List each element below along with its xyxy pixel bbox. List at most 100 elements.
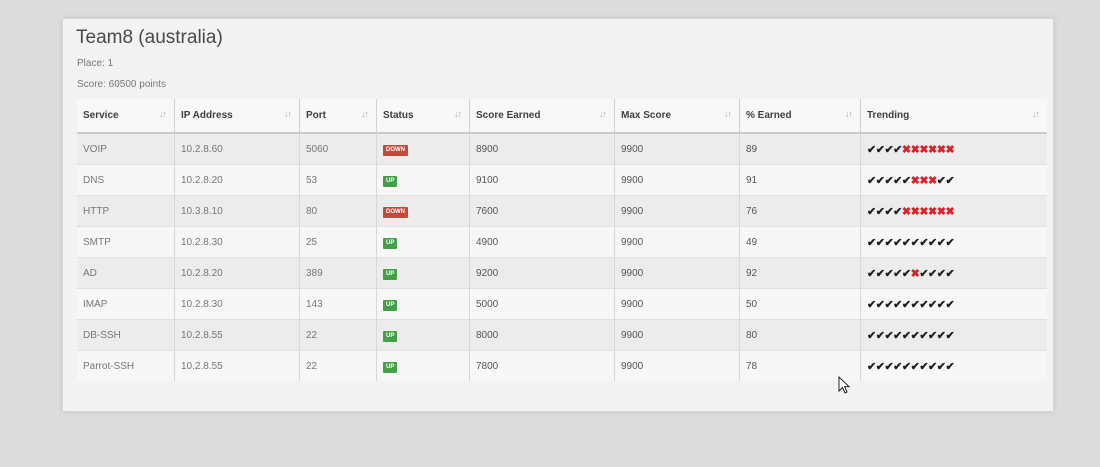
service-cell: Parrot-SSH [77,350,175,381]
status-cell: UP [376,164,470,196]
check-icon: ✔ [919,267,929,280]
service-cell: AD [77,257,175,289]
check-icon: ✔ [893,174,902,187]
check-icon: ✔ [919,360,929,373]
trend-marks: ✔✔✔✔✔✖✔✔✔✔ [867,267,955,280]
trending-cell: ✔✔✔✔✔✔✔✔✔✔ [860,350,1047,381]
pct-earned-cell: 80 [739,319,861,351]
check-icon: ✔ [928,298,937,311]
check-icon: ✔ [928,267,937,280]
check-icon: ✔ [884,360,894,373]
check-icon: ✔ [867,143,876,156]
cross-icon: ✖ [928,143,937,156]
header-trending[interactable]: Trending ↓↑ [860,99,1047,134]
check-icon: ✔ [910,360,920,373]
check-icon: ✔ [901,329,911,342]
check-icon: ✔ [893,360,902,373]
service-cell: HTTP [77,195,175,227]
ip-cell: 10.3.8.10 [174,195,300,227]
check-icon: ✔ [901,236,911,249]
header-port[interactable]: Port ↓↑ [299,99,377,134]
header-pct-earned[interactable]: % Earned ↓↑ [739,99,861,134]
check-icon: ✔ [867,329,876,342]
trend-marks: ✔✔✔✔✖✖✖✖✖✖ [867,205,955,218]
table-row: IMAP 10.2.8.30 143 UP 5000 9900 50 ✔✔✔✔✔✔✔✔✔✔ [77,288,1047,320]
sort-arrows-icon[interactable]: ↓↑ [1032,109,1040,119]
port-cell: 25 [299,226,377,258]
max-score-cell: 9900 [614,195,740,227]
team-score-panel: Team8 (australia) Place: 1 Score: 60500 … [62,18,1054,412]
cross-icon: ✖ [919,174,929,187]
header-label: Status [383,110,414,121]
check-icon: ✔ [945,174,955,187]
check-icon: ✔ [945,267,955,280]
status-badge: UP [383,361,398,373]
score-earned-cell: 8000 [469,319,615,351]
header-label: % Earned [746,110,792,121]
cross-icon: ✖ [901,143,911,156]
trend-marks: ✔✔✔✔✔✖✖✖✔✔ [867,174,955,187]
sort-arrows-icon[interactable]: ↓↑ [599,109,607,119]
trend-marks: ✔✔✔✔✔✔✔✔✔✔ [867,360,955,373]
ip-cell: 10.2.8.55 [174,319,300,351]
check-icon: ✔ [910,298,920,311]
status-badge: UP [383,268,398,280]
check-icon: ✔ [893,143,902,156]
ip-cell: 10.2.8.55 [174,350,300,381]
score-earned-cell: 5000 [469,288,615,320]
sort-arrows-icon[interactable]: ↓↑ [454,109,462,119]
header-label: Service [83,110,119,121]
service-cell: IMAP [77,288,175,320]
header-service[interactable]: Service ↓↑ [77,99,175,134]
arrow-cursor-icon [838,376,851,394]
team-title: Team8 (australia) [76,27,223,48]
cross-icon: ✖ [910,143,920,156]
cross-icon: ✖ [910,267,920,280]
header-score-earned[interactable]: Score Earned ↓↑ [469,99,615,134]
table-row: DB-SSH 10.2.8.55 22 UP 8000 9900 80 ✔✔✔✔✔✔✔✔✔✔ [77,319,1047,351]
pct-earned-cell: 76 [739,195,861,227]
trend-marks: ✔✔✔✔✔✔✔✔✔✔ [867,298,955,311]
max-score-cell: 9900 [614,226,740,258]
header-max-score[interactable]: Max Score ↓↑ [614,99,740,134]
sort-arrows-icon[interactable]: ↓↑ [724,109,732,119]
pct-earned-cell: 49 [739,226,861,258]
sort-arrows-icon[interactable]: ↓↑ [284,109,292,119]
check-icon: ✔ [901,267,911,280]
cross-icon: ✖ [910,205,920,218]
header-label: IP Address [181,110,233,121]
sort-arrows-icon[interactable]: ↓↑ [361,109,369,119]
table-row: Parrot-SSH 10.2.8.55 22 UP 7800 9900 78 ✔✔✔✔✔✔✔… [77,350,1047,381]
check-icon: ✔ [893,205,902,218]
trend-marks: ✔✔✔✔✔✔✔✔✔✔ [867,329,955,342]
port-cell: 143 [299,288,377,320]
check-icon: ✔ [901,174,911,187]
check-icon: ✔ [867,174,876,187]
max-score-cell: 9900 [614,288,740,320]
sort-arrows-icon[interactable]: ↓↑ [159,109,167,119]
team-score: Score: 60500 points [77,79,166,90]
status-cell: UP [376,288,470,320]
check-icon: ✔ [884,143,894,156]
pct-earned-cell: 92 [739,257,861,289]
score-earned-cell: 9100 [469,164,615,196]
service-table: Service ↓↑ IP Address ↓↑ Port ↓↑ Status ↓↑ S… [77,99,1047,381]
max-score-cell: 9900 [614,257,740,289]
check-icon: ✔ [867,360,876,373]
port-cell: 389 [299,257,377,289]
check-icon: ✔ [867,205,876,218]
check-icon: ✔ [928,360,937,373]
trending-cell: ✔✔✔✔✔✔✔✔✔✔ [860,288,1047,320]
check-icon: ✔ [867,267,876,280]
score-earned-cell: 9200 [469,257,615,289]
status-cell: UP [376,257,470,289]
header-ip-address[interactable]: IP Address ↓↑ [174,99,300,134]
status-cell: DOWN [376,132,470,165]
header-status[interactable]: Status ↓↑ [376,99,470,134]
header-label: Score Earned [476,110,541,121]
check-icon: ✔ [919,298,929,311]
sort-arrows-icon[interactable]: ↓↑ [845,109,853,119]
max-score-cell: 9900 [614,319,740,351]
pct-earned-cell: 50 [739,288,861,320]
check-icon: ✔ [945,236,955,249]
